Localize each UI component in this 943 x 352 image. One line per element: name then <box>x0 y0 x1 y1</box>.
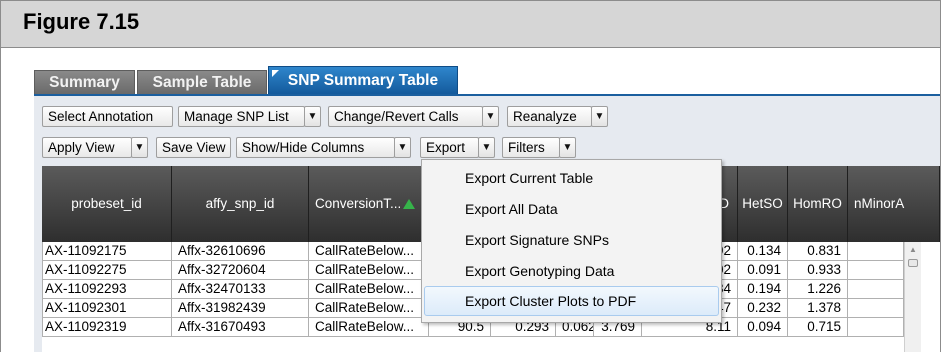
table-cell: Affx-32720604 <box>172 261 309 280</box>
table-cell <box>848 280 904 299</box>
manage-snp-list-dropdown-icon[interactable]: ▼ <box>304 106 321 127</box>
change-revert-calls-button[interactable]: Change/Revert Calls <box>328 106 483 127</box>
figure-divider <box>1 47 940 48</box>
filters-dropdown-icon[interactable]: ▼ <box>559 137 576 158</box>
table-cell: 0.232 <box>738 299 788 318</box>
table-cell: Affx-32470133 <box>172 280 309 299</box>
table-cell: AX-11092293 <box>42 280 172 299</box>
table-cell: CallRateBelow... <box>309 318 429 337</box>
table-cell: Affx-31982439 <box>172 299 309 318</box>
table-cell: 1.226 <box>788 280 848 299</box>
column-header-probeset-id[interactable]: probeset_id <box>42 166 172 242</box>
menu-item-export-genotyping-data[interactable]: Export Genotyping Data <box>424 256 719 286</box>
column-header-conversion-type[interactable]: ConversionT... <box>309 166 429 242</box>
vertical-scrollbar[interactable]: ▲ <box>904 242 921 352</box>
apply-view-button[interactable]: Apply View <box>42 137 132 158</box>
reanalyze-dropdown-icon[interactable]: ▼ <box>591 106 608 127</box>
scroll-up-arrow-icon[interactable]: ▲ <box>905 242 921 257</box>
save-view-button[interactable]: Save View <box>156 137 231 158</box>
table-cell: 0.831 <box>788 242 848 261</box>
apply-view-dropdown-icon[interactable]: ▼ <box>131 137 148 158</box>
table-cell: 1.378 <box>788 299 848 318</box>
table-cell <box>848 261 904 280</box>
table-cell: AX-11092319 <box>42 318 172 337</box>
figure-header: Figure 7.15 <box>1 1 940 47</box>
tab-corner-marker-icon <box>272 70 279 77</box>
tab-sample-table[interactable]: Sample Table <box>137 70 267 94</box>
menu-item-export-cluster-plots-to-pdf[interactable]: Export Cluster Plots to PDF <box>424 286 719 316</box>
column-header-affy-snp-id[interactable]: affy_snp_id <box>172 166 309 242</box>
filters-button[interactable]: Filters <box>502 137 560 158</box>
table-cell: AX-11092175 <box>42 242 172 261</box>
menu-item-export-current-table[interactable]: Export Current Table <box>424 163 719 193</box>
select-annotation-button[interactable]: Select Annotation <box>42 106 173 127</box>
tab-snp-summary-table-label: SNP Summary Table <box>287 72 439 89</box>
table-cell: CallRateBelow... <box>309 280 429 299</box>
table-cell: CallRateBelow... <box>309 299 429 318</box>
figure-title: Figure 7.15 <box>23 9 140 34</box>
table-cell: 0.715 <box>788 318 848 337</box>
scrollbar-thumb[interactable] <box>908 259 918 267</box>
change-revert-calls-dropdown-icon[interactable]: ▼ <box>482 106 499 127</box>
table-cell <box>848 299 904 318</box>
table-cell: AX-11092301 <box>42 299 172 318</box>
table-cell: 0.194 <box>738 280 788 299</box>
table-cell: 0.933 <box>788 261 848 280</box>
table-cell <box>848 318 904 337</box>
tab-strip: Summary Sample Table SNP Summary Table <box>34 64 940 94</box>
menu-item-export-all-data[interactable]: Export All Data <box>424 194 719 224</box>
show-hide-columns-button[interactable]: Show/Hide Columns <box>236 137 395 158</box>
tab-summary[interactable]: Summary <box>34 70 135 94</box>
table-cell: CallRateBelow... <box>309 261 429 280</box>
reanalyze-button[interactable]: Reanalyze <box>507 106 592 127</box>
column-header-nminora[interactable]: nMinorA <box>848 166 940 242</box>
export-dropdown-icon[interactable]: ▼ <box>478 137 495 158</box>
show-hide-columns-dropdown-icon[interactable]: ▼ <box>394 137 411 158</box>
export-menu: Export Current Table Export All Data Exp… <box>421 159 722 323</box>
table-cell: Affx-32610696 <box>172 242 309 261</box>
column-header-hetso[interactable]: HetSO <box>738 166 788 242</box>
table-cell: 0.134 <box>738 242 788 261</box>
table-cell <box>848 242 904 261</box>
manage-snp-list-button[interactable]: Manage SNP List <box>178 106 305 127</box>
table-cell: Affx-31670493 <box>172 318 309 337</box>
column-header-conversion-type-label: ConversionT... <box>315 196 402 211</box>
menu-item-export-signature-snps[interactable]: Export Signature SNPs <box>424 225 719 255</box>
tab-snp-summary-table[interactable]: SNP Summary Table <box>268 66 458 94</box>
export-button[interactable]: Export <box>420 137 479 158</box>
sort-ascending-icon <box>403 199 416 210</box>
table-cell: CallRateBelow... <box>309 242 429 261</box>
table-cell: 0.094 <box>738 318 788 337</box>
table-cell: AX-11092275 <box>42 261 172 280</box>
table-cell: 0.091 <box>738 261 788 280</box>
column-header-homro[interactable]: HomRO <box>788 166 848 242</box>
